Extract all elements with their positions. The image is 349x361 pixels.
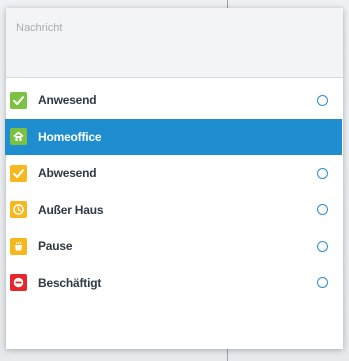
status-option-pause[interactable]: Pause xyxy=(6,228,343,265)
status-option-homeoffice[interactable]: Homeoffice xyxy=(5,118,342,155)
house-icon xyxy=(10,128,27,146)
status-option-abwesend[interactable]: Abwesend xyxy=(6,155,343,192)
status-radio[interactable] xyxy=(317,277,328,289)
status-list: Anwesend Homeoffice Abwesend Außer Haus … xyxy=(5,82,343,302)
status-radio[interactable] xyxy=(317,94,328,106)
status-label: Pause xyxy=(38,239,73,254)
status-label: Beschäftigt xyxy=(38,275,102,290)
status-label: Anwesend xyxy=(38,93,97,108)
status-option-ausser-haus[interactable]: Außer Haus xyxy=(6,192,343,229)
message-area xyxy=(6,8,343,78)
status-radio[interactable] xyxy=(317,204,328,216)
status-label: Außer Haus xyxy=(38,202,104,217)
status-label: Homeoffice xyxy=(38,129,102,144)
status-option-beschaeftigt[interactable]: Beschäftigt xyxy=(6,265,343,302)
status-label: Abwesend xyxy=(38,166,97,181)
clock-icon xyxy=(10,201,27,219)
checkmark-icon xyxy=(10,91,27,109)
minus-circle-icon xyxy=(10,274,27,292)
status-radio[interactable] xyxy=(317,167,328,179)
status-option-anwesend[interactable]: Anwesend xyxy=(6,82,343,119)
checkmark-icon xyxy=(10,164,27,182)
coffee-cup-icon xyxy=(10,237,27,255)
message-input[interactable] xyxy=(16,22,316,34)
status-dropdown-panel: Anwesend Homeoffice Abwesend xyxy=(5,8,343,349)
status-radio[interactable] xyxy=(317,240,328,252)
